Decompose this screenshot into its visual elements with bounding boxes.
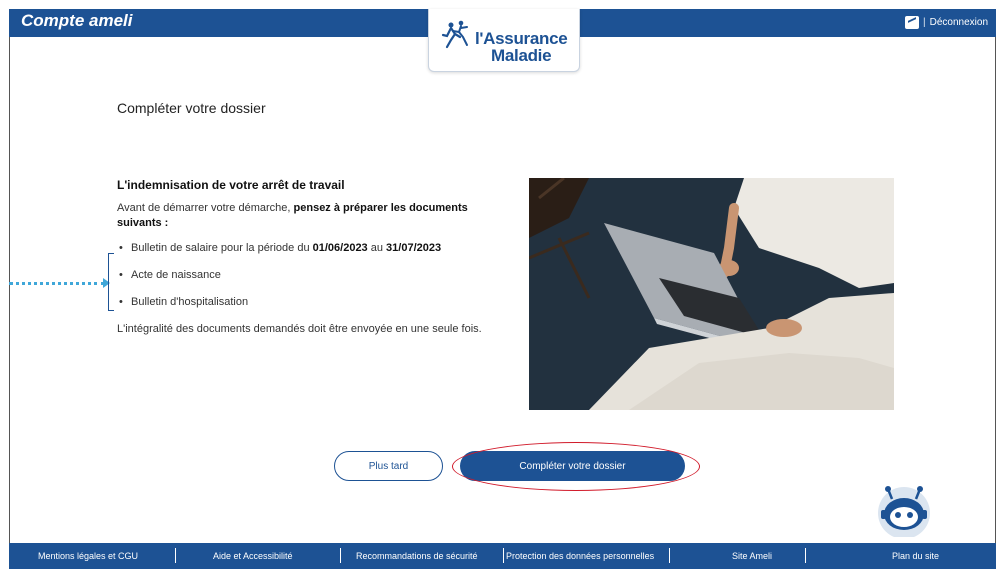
footer-link-accessibility[interactable]: Aide et Accessibilité [213,551,293,561]
logout-label[interactable]: Déconnexion [930,17,988,28]
footer-separator [805,548,806,563]
footer-link-sitemap[interactable]: Plan du site [892,551,939,561]
footer-separator [669,548,670,563]
app-title: Compte ameli [21,11,133,30]
logout-separator: | [923,17,926,28]
document-text: Bulletin d'hospitalisation [131,296,249,308]
logo-figures-icon [441,20,468,49]
list-bracket [108,253,114,311]
date-to: 31/07/2023 [386,242,442,254]
footer-link-privacy[interactable]: Protection des données personnelles [506,551,654,561]
date-connector: au [367,242,387,254]
annotation-dotted-line [9,282,105,285]
intro-text: Avant de démarrer votre démarche, [117,202,291,214]
document-text: Bulletin de salaire pour la période du [131,242,313,254]
section-title: L'indemnisation de votre arrêt de travai… [117,178,345,192]
logout-link[interactable]: | Déconnexion [905,16,988,29]
later-button[interactable]: Plus tard [334,451,443,481]
footer-link-ameli-site[interactable]: Site Ameli [732,551,772,561]
logout-icon[interactable] [905,16,920,29]
footer-separator [340,548,341,563]
logo-text-line2: Maladie [491,46,552,65]
page-title: Compléter votre dossier [117,100,266,116]
document-text: Acte de naissance [131,269,221,281]
footer-separator [175,548,176,563]
intro-paragraph: Avant de démarrer votre démarche, pensez… [117,201,492,231]
footer-link-security[interactable]: Recommandations de sécurité [356,551,478,561]
assurance-maladie-logo[interactable]: l'Assurance Maladie [428,9,580,72]
list-item: Acte de naissance [117,268,492,283]
footer-bar: Mentions légales et CGU Aide et Accessib… [9,543,996,569]
list-item: Bulletin de salaire pour la période du 0… [117,241,492,256]
complete-dossier-button[interactable]: Compléter votre dossier [460,451,685,481]
footer-separator [503,548,504,563]
documents-list: Bulletin de salaire pour la période du 0… [117,241,492,310]
date-from: 01/06/2023 [312,242,368,254]
assistant-bot-icon[interactable] [872,481,936,537]
closing-text: L'intégralité des documents demandés doi… [117,323,482,335]
documents-info: L'indemnisation de votre arrêt de travai… [117,178,492,337]
list-item: Bulletin d'hospitalisation [117,295,492,310]
woman-laptop-photo [529,178,894,410]
footer-link-mentions[interactable]: Mentions légales et CGU [38,551,138,561]
